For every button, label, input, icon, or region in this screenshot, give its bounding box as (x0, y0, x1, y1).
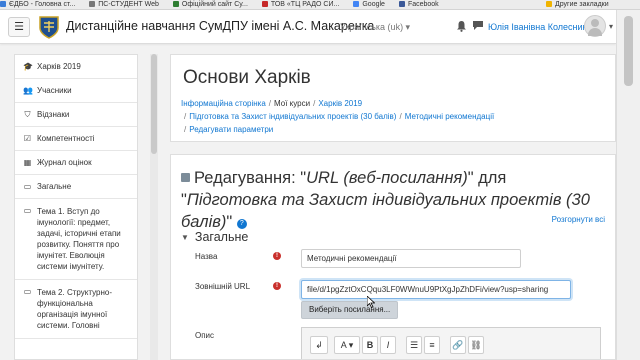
edit-form-card: Редагування: "URL (веб-посилання)" для "… (170, 154, 616, 360)
caret-down-icon: ▼ (181, 233, 189, 242)
mouse-cursor-icon (367, 296, 375, 308)
breadcrumb-item[interactable]: Редагувати параметри (189, 125, 273, 134)
sidebar-item-label: Харків 2019 (37, 62, 81, 71)
folder-icon: ▭ (23, 182, 32, 191)
menu-toggle-button[interactable]: ☰ (8, 17, 30, 37)
url-resource-icon (181, 173, 190, 182)
bookmark-favicon-icon (546, 1, 552, 7)
breadcrumb: Інформаційна сторінка / Мої курси / Харків 2… (181, 99, 495, 134)
description-label: Опис (195, 331, 215, 340)
site-logo[interactable] (38, 15, 60, 39)
description-editor[interactable]: ↲ A ▾ B I ☰ ≡ 🔗 ⛓ (301, 327, 601, 359)
section-general-toggle[interactable]: ▼ Загальне (181, 230, 248, 244)
users-icon: 👥 (23, 86, 33, 95)
sidebar-item-label: Журнал оцінок (37, 158, 92, 167)
bookmark-label: ПС-СТУДЕНТ Web (98, 1, 159, 8)
breadcrumb-item[interactable]: Методичні рекомендації (405, 112, 495, 121)
bookmark-item[interactable]: Facebook (398, 0, 439, 9)
bullet-list-icon[interactable]: ☰ (406, 336, 422, 354)
sidebar-scrollbar[interactable] (150, 54, 158, 360)
site-title[interactable]: Дистанційне навчання СумДПУ імені А.С. М… (66, 19, 374, 33)
sidebar-item-label: Відзнаки (37, 110, 70, 119)
folder-icon: ▭ (23, 287, 32, 296)
expand-all-label: Розгорнути всі (551, 215, 605, 224)
form-heading: Редагування: "URL (веб-посилання)" для "… (181, 169, 590, 231)
page-header: Основи Харків Інформаційна сторінка / Мої … (170, 54, 616, 142)
name-label: Назва (195, 252, 218, 261)
sidebar-item[interactable]: ⛉ Відзнаки (15, 103, 137, 127)
messages-chat-icon[interactable] (472, 20, 484, 32)
bookmarks-bar: ЄДБО - Головна ст... ПС-СТУДЕНТ Web Офіцій… (0, 0, 640, 10)
user-avatar[interactable] (584, 15, 606, 37)
bookmark-favicon-icon (398, 1, 405, 7)
font-style-icon[interactable]: A ▾ (334, 336, 360, 354)
sidebar-item[interactable]: ▦ Журнал оцінок (15, 151, 137, 175)
sidebar-item-label: Учасники (37, 86, 72, 95)
bookmark-label: ТОВ «ТЦ РАДО СИ... (270, 1, 340, 8)
page-scrollbar-thumb[interactable] (624, 16, 633, 86)
top-navbar: ☰ Дистанційне навчання СумДПУ імені А.С.… (0, 10, 616, 44)
section-general-title: Загальне (194, 230, 249, 244)
external-url-label: Зовнішній URL (195, 282, 251, 291)
notifications-bell-icon[interactable] (455, 20, 467, 32)
bookmark-item[interactable]: ЄДБО - Головна ст... (0, 0, 76, 9)
bookmark-favicon-icon (172, 1, 179, 7)
sidebar-item[interactable]: ☑ Компетентності (15, 127, 137, 151)
required-icon: ! (273, 282, 281, 290)
sidebar-item[interactable]: ▭ Тема 2. Структурно-функціональна органі… (15, 280, 137, 339)
sidebar-item[interactable]: 🎓 Харків 2019 (15, 55, 137, 79)
user-menu-chevron-down-icon[interactable]: ▾ (607, 21, 615, 33)
bookmark-item[interactable]: ТОВ «ТЦ РАДО СИ... (261, 0, 340, 9)
unlink-icon[interactable]: ⛓ (468, 336, 484, 354)
user-name[interactable]: Юлія Іванівна Колесник (488, 22, 586, 32)
expand-all-link[interactable]: Розгорнути всі (552, 215, 605, 224)
sidebar-item-label: Тема 2. Структурно-функціональна організ… (37, 288, 112, 330)
sidebar-item[interactable]: 👥 Учасники (15, 79, 137, 103)
breadcrumb-item[interactable]: Харків 2019 (318, 99, 362, 108)
bookmark-label: ЄДБО - Головна ст... (9, 1, 76, 8)
sidebar-item-label: Тема 1. Вступ до імунології: предмет, за… (37, 207, 121, 271)
checkbox-icon: ☑ (23, 134, 32, 143)
breadcrumb-item[interactable]: Мої курси (274, 99, 310, 108)
numbered-list-icon[interactable]: ≡ (424, 336, 440, 354)
sidebar-scrollbar-thumb[interactable] (151, 54, 157, 154)
sidebar-item-label: Компетентності (37, 134, 95, 143)
page-title: Основи Харків (183, 67, 311, 88)
external-url-field[interactable]: file/d/1pgZztOxCQqu3LF0WWnuU9PtXgJpZhDFi… (301, 280, 571, 299)
expand-toolbar-icon[interactable]: ↲ (310, 336, 328, 354)
folder-icon: ▭ (23, 206, 32, 215)
bookmark-label: Офіційний сайт Су... (181, 1, 248, 8)
name-field[interactable]: Методичні рекомендації (301, 249, 521, 268)
bookmark-label: Google (362, 1, 385, 8)
shield-icon: ⛉ (24, 110, 31, 119)
link-icon[interactable]: 🔗 (450, 336, 466, 354)
bold-icon[interactable]: B (362, 336, 378, 354)
page-scrollbar[interactable] (616, 10, 640, 360)
bookmark-favicon-icon (89, 1, 96, 7)
breadcrumb-item[interactable]: Підготовка та Захист індивідуальних прое… (189, 112, 396, 121)
required-icon: ! (273, 252, 281, 260)
bookmark-label: Facebook (407, 1, 439, 8)
bookmark-item[interactable]: Google (353, 0, 385, 9)
bookmark-favicon-icon (0, 1, 6, 7)
bookmark-item[interactable]: Офіційний сайт Су... (172, 0, 248, 9)
sidebar-item[interactable]: ▭ Тема 1. Вступ до імунології: предмет, з… (15, 199, 137, 280)
graduation-cap-icon: 🎓 (23, 62, 33, 71)
help-icon[interactable]: ? (236, 219, 247, 229)
sidebar-item[interactable]: ▭ Загальне (15, 175, 137, 199)
sidebar-item-label: Загальне (37, 182, 72, 191)
choose-link-button[interactable]: Виберіть посилання... (301, 301, 399, 319)
bookmark-item[interactable]: ПС-СТУДЕНТ Web (89, 0, 159, 9)
bookmark-label: Другие закладки (555, 1, 609, 8)
table-icon: ▦ (23, 158, 32, 167)
italic-icon[interactable]: I (380, 336, 396, 354)
bookmark-favicon-icon (353, 1, 360, 7)
course-navigation-sidebar: 🎓 Харків 2019 👥 Учасники ⛉ Відзнаки ☑ Компетент… (14, 54, 138, 360)
breadcrumb-item[interactable]: Інформаційна сторінка (181, 99, 266, 108)
language-selector[interactable]: Українська (uk) ▾ (340, 22, 410, 33)
bookmark-favicon-icon (261, 1, 268, 7)
bookmark-item[interactable]: Другие закладки (546, 0, 609, 9)
